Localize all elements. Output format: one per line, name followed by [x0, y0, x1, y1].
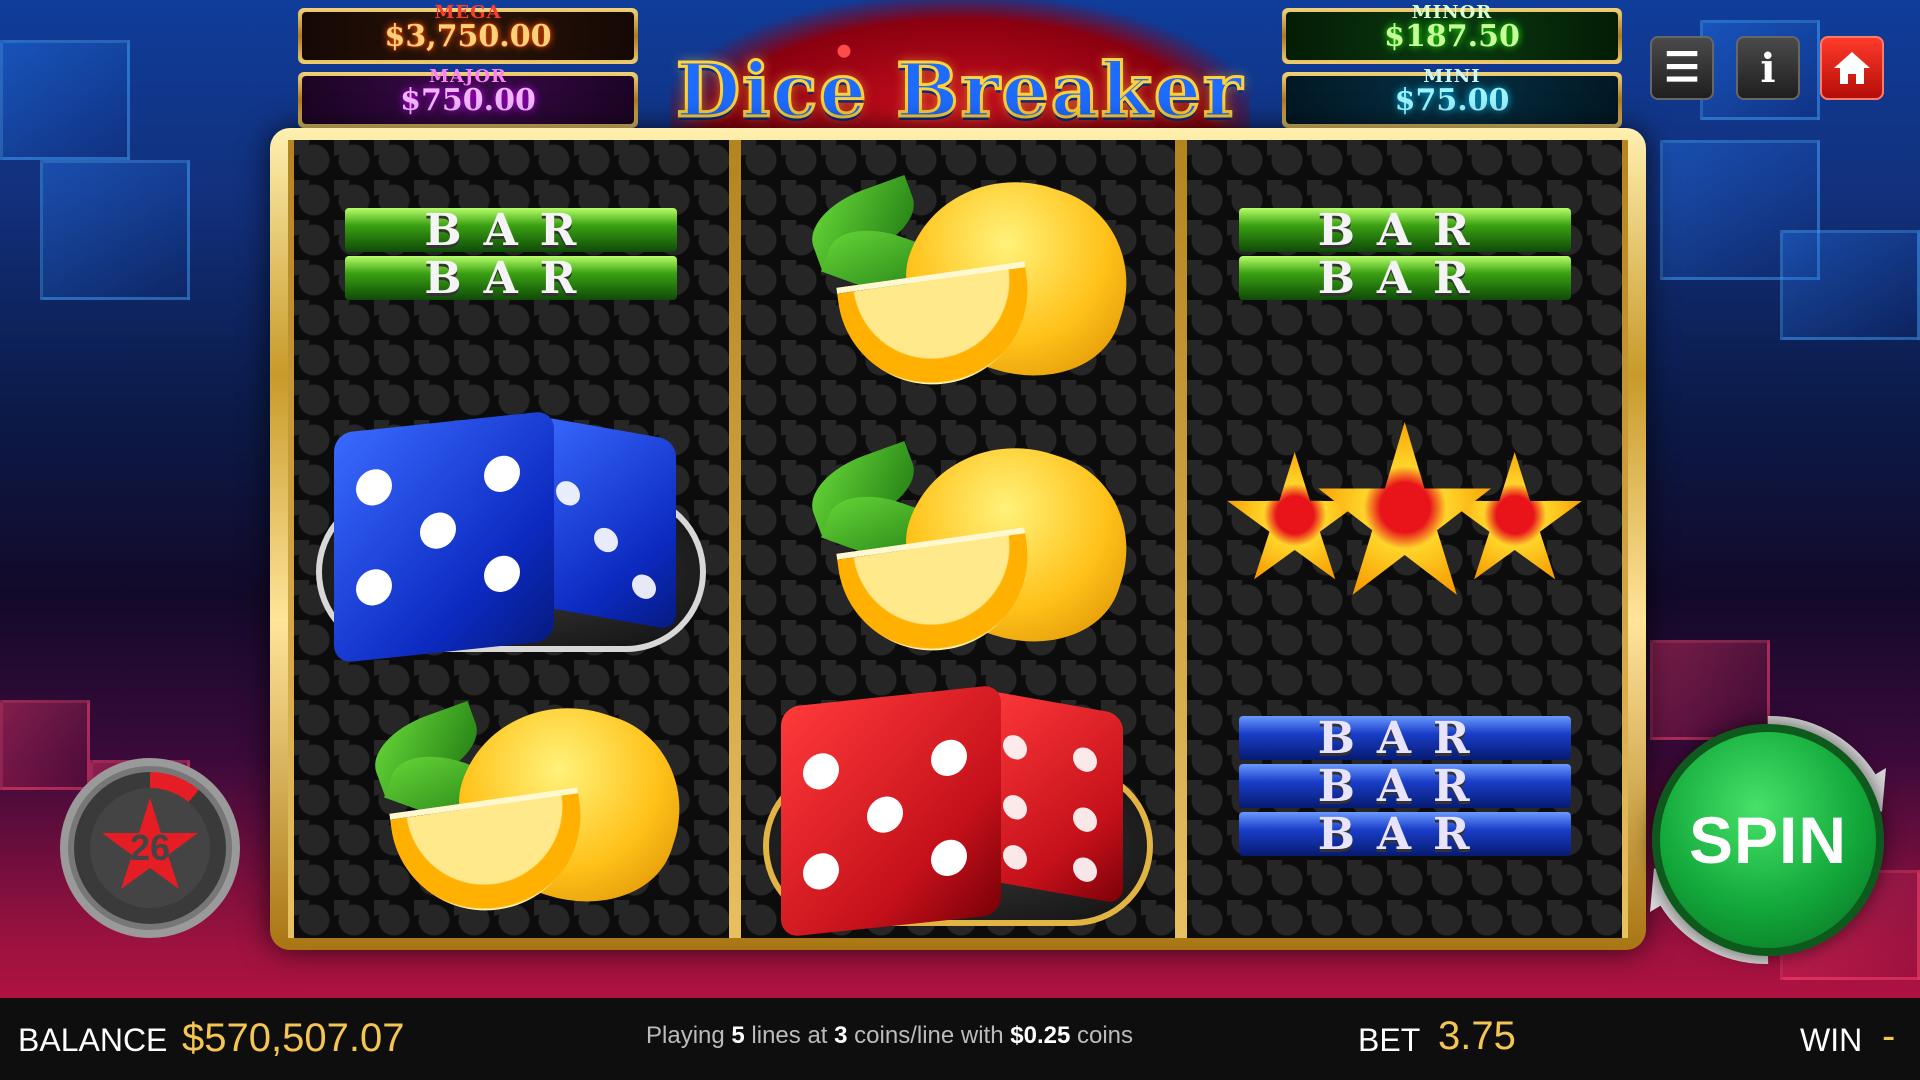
bg-cube — [1780, 230, 1920, 340]
symbol-double-bar: BAR BAR — [294, 205, 729, 304]
symbol-lemon — [741, 152, 1176, 402]
jackpot-major: $750.00 MAJOR — [298, 66, 638, 128]
status-bar: BALANCE $570,507.07 Playing 5 lines at 3… — [0, 998, 1920, 1080]
bg-cube — [0, 40, 130, 160]
reel-2 — [740, 140, 1176, 938]
autoplay-button[interactable]: 26 — [60, 758, 240, 938]
reel-1: BAR BAR — [294, 140, 729, 938]
lines-prefix: Playing — [646, 1022, 725, 1049]
bg-cube — [0, 700, 90, 790]
bar-row: BAR — [345, 253, 678, 304]
bet-label: BET — [1358, 1022, 1421, 1058]
symbol-red-dice — [741, 684, 1176, 946]
star-icon — [1227, 452, 1362, 580]
lines-info: Playing 5 lines at 3 coins/line with $0.… — [646, 1022, 1133, 1050]
bar-row: BAR — [1238, 205, 1571, 256]
spin-label: SPIN — [1688, 803, 1848, 877]
coins-count: 3 — [834, 1022, 848, 1049]
balance-label: BALANCE — [18, 1022, 168, 1058]
lines-suffix: coins — [1076, 1022, 1134, 1049]
jackpot-mega: $3,750.00 MEGA — [298, 2, 638, 64]
win-label: WIN — [1800, 1022, 1863, 1058]
balance-value: $570,507.07 — [182, 1016, 405, 1060]
die — [983, 689, 1123, 905]
bar-row: BAR — [1238, 761, 1571, 812]
lines-mid2: coins/line with — [854, 1022, 1004, 1049]
spin-button[interactable]: SPIN — [1652, 724, 1884, 956]
home-icon — [1834, 52, 1870, 84]
die — [536, 415, 677, 631]
symbol-triple-bar: BAR BAR BAR — [1187, 713, 1622, 860]
jackpot-major-label: MAJOR — [428, 66, 508, 87]
info-icon: i — [1760, 44, 1776, 92]
bg-cube — [40, 160, 190, 300]
jackpot-mini-label: MINI — [1423, 66, 1481, 87]
die — [334, 410, 555, 664]
jackpot-major-value: $750.00 — [400, 82, 536, 118]
reels-frame: BAR BAR BAR BAR BAR BAR BAR — [270, 128, 1646, 950]
home-button[interactable] — [1820, 36, 1884, 100]
star-icon — [1318, 422, 1492, 595]
jackpot-mini: $75.00 MINI — [1282, 66, 1622, 128]
jackpot-mega-value: $3,750.00 — [384, 18, 552, 54]
win-value: - — [1882, 1014, 1896, 1058]
game-logo: Dice Breaker — [650, 0, 1270, 136]
symbol-lemon — [741, 418, 1176, 668]
coin-value: $0.25 — [1010, 1022, 1071, 1049]
lines-mid1: lines at — [751, 1022, 828, 1049]
bar-row: BAR — [1238, 253, 1571, 304]
jackpot-minor-value: $187.50 — [1384, 18, 1520, 54]
jackpot-mega-label: MEGA — [434, 2, 502, 23]
star-icon — [1447, 452, 1582, 580]
jackpot-minor: $187.50 MINOR — [1282, 2, 1622, 64]
autoplay-count: 26 — [129, 827, 171, 868]
bar-row: BAR — [1238, 713, 1571, 764]
jackpot-mini-value: $75.00 — [1394, 82, 1510, 118]
bar-row: BAR — [345, 205, 678, 256]
menu-icon: ☰ — [1664, 46, 1700, 90]
symbol-blue-dice — [294, 410, 729, 672]
reel-3: BAR BAR BAR BAR BAR — [1187, 140, 1623, 938]
die — [781, 684, 1001, 938]
info-button[interactable]: i — [1736, 36, 1800, 100]
menu-button[interactable]: ☰ — [1650, 36, 1714, 100]
symbol-lemon — [294, 678, 729, 928]
logo-title: Dice Breaker — [674, 47, 1245, 136]
jackpot-minor-label: MINOR — [1411, 2, 1493, 23]
bar-row: BAR — [1238, 809, 1571, 860]
bet-value[interactable]: 3.75 — [1438, 1014, 1516, 1059]
symbol-double-bar: BAR BAR — [1187, 205, 1622, 304]
symbol-three-stars — [1187, 422, 1622, 642]
lines-count: 5 — [731, 1022, 745, 1049]
